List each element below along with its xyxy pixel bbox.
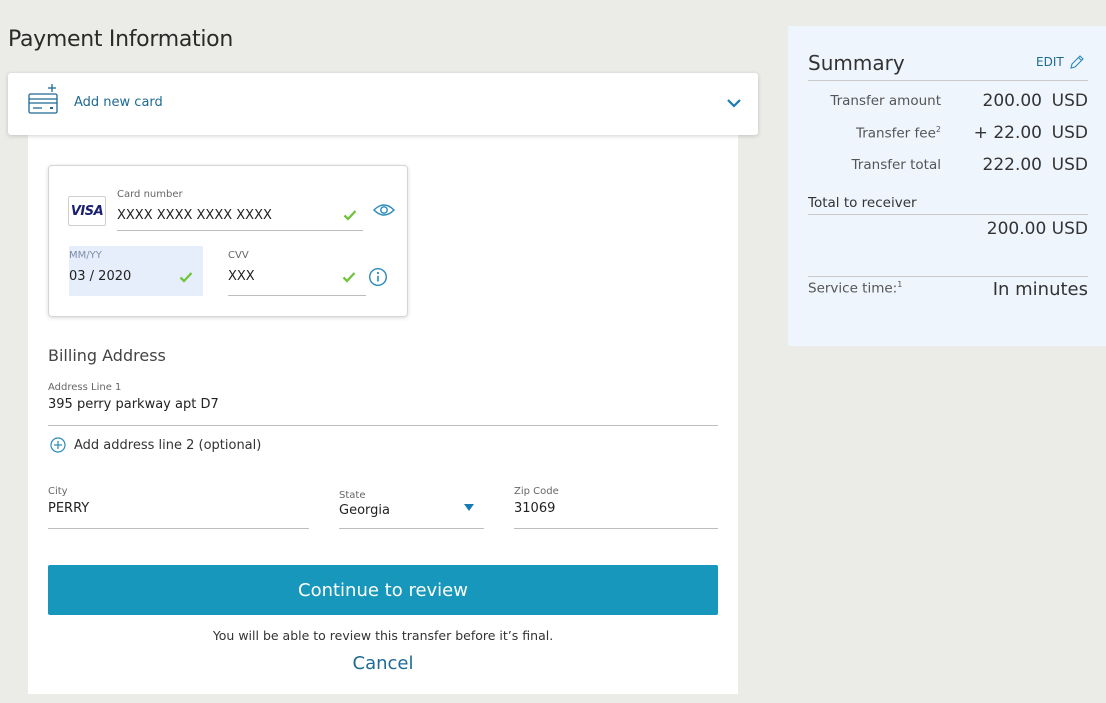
zip-code-field[interactable]: Zip Code 31069 (514, 486, 718, 529)
city-field[interactable]: City PERRY (48, 486, 309, 529)
page-title: Payment Information (8, 27, 233, 52)
check-icon (179, 272, 193, 283)
summary-row-transfer-fee: Transfer fee2 + 22.00 USD (855, 123, 1088, 143)
add-card-icon (28, 84, 58, 114)
address-line-1-value: 395 perry parkway apt D7 (48, 397, 219, 412)
summary-divider (808, 80, 1088, 81)
visa-logo: VISA (68, 196, 106, 226)
city-value: PERRY (48, 501, 90, 516)
edit-label: EDIT (1036, 55, 1064, 69)
summary-panel: Summary EDIT Transfer amount 200.00 USD … (788, 26, 1106, 346)
zip-code-label: Zip Code (514, 486, 559, 497)
add-new-card-label: Add new card (74, 95, 163, 110)
add-address-line-2-label: Add address line 2 (optional) (74, 437, 262, 453)
edit-summary-button[interactable]: EDIT (1036, 54, 1085, 70)
cancel-link[interactable]: Cancel (48, 653, 718, 674)
pencil-icon (1069, 55, 1084, 69)
expiry-field[interactable]: MM/YY 03 / 2020 (69, 246, 203, 296)
info-icon[interactable] (368, 267, 388, 287)
total-to-receiver-amount: 200.00 USD (986, 219, 1088, 239)
card-number-label: Card number (117, 189, 183, 200)
cvv-label: CVV (228, 250, 249, 261)
address-line-1-label: Address Line 1 (48, 382, 122, 393)
card-number-value: XXXX XXXX XXXX XXXX (117, 208, 272, 223)
state-label: State (339, 490, 366, 501)
footnote-marker: 1 (897, 280, 903, 289)
continue-to-review-button[interactable]: Continue to review (48, 565, 718, 615)
address-line-1-field[interactable]: Address Line 1 395 perry parkway apt D7 (48, 382, 718, 426)
chevron-down-icon[interactable] (726, 95, 742, 111)
summary-divider (808, 276, 1088, 277)
payment-form: VISA Card number XXXX XXXX XXXX XXXX MM/… (28, 130, 738, 694)
zip-code-value: 31069 (514, 501, 556, 516)
summary-row-transfer-amount: Transfer amount 200.00 USD (830, 91, 1088, 111)
summary-title: Summary (808, 51, 905, 75)
card-details-box: VISA Card number XXXX XXXX XXXX XXXX MM/… (48, 165, 408, 317)
state-value: Georgia (339, 503, 390, 518)
card-number-field[interactable]: Card number XXXX XXXX XXXX XXXX (117, 189, 363, 231)
plus-circle-icon (50, 437, 66, 453)
review-note: You will be able to review this transfer… (212, 628, 554, 643)
expiry-label: MM/YY (69, 250, 102, 261)
cvv-field[interactable]: CVV XXX (228, 246, 366, 296)
city-label: City (48, 486, 68, 497)
caret-down-icon (464, 504, 474, 511)
check-icon (342, 272, 356, 283)
check-icon (343, 210, 357, 221)
service-time-label: Service time:1 (808, 280, 903, 297)
state-select[interactable]: State Georgia (339, 490, 484, 529)
service-time-value: In minutes (992, 279, 1088, 300)
eye-icon[interactable] (373, 202, 395, 218)
add-address-line-2-button[interactable]: Add address line 2 (optional) (50, 437, 261, 453)
footnote-marker: 2 (935, 125, 941, 134)
summary-row-transfer-total: Transfer total 222.00 USD (851, 155, 1088, 175)
add-new-card-dropdown[interactable]: Add new card (8, 73, 758, 135)
billing-address-title: Billing Address (48, 346, 166, 365)
summary-divider (808, 214, 1088, 215)
total-to-receiver-label: Total to receiver (808, 195, 917, 211)
